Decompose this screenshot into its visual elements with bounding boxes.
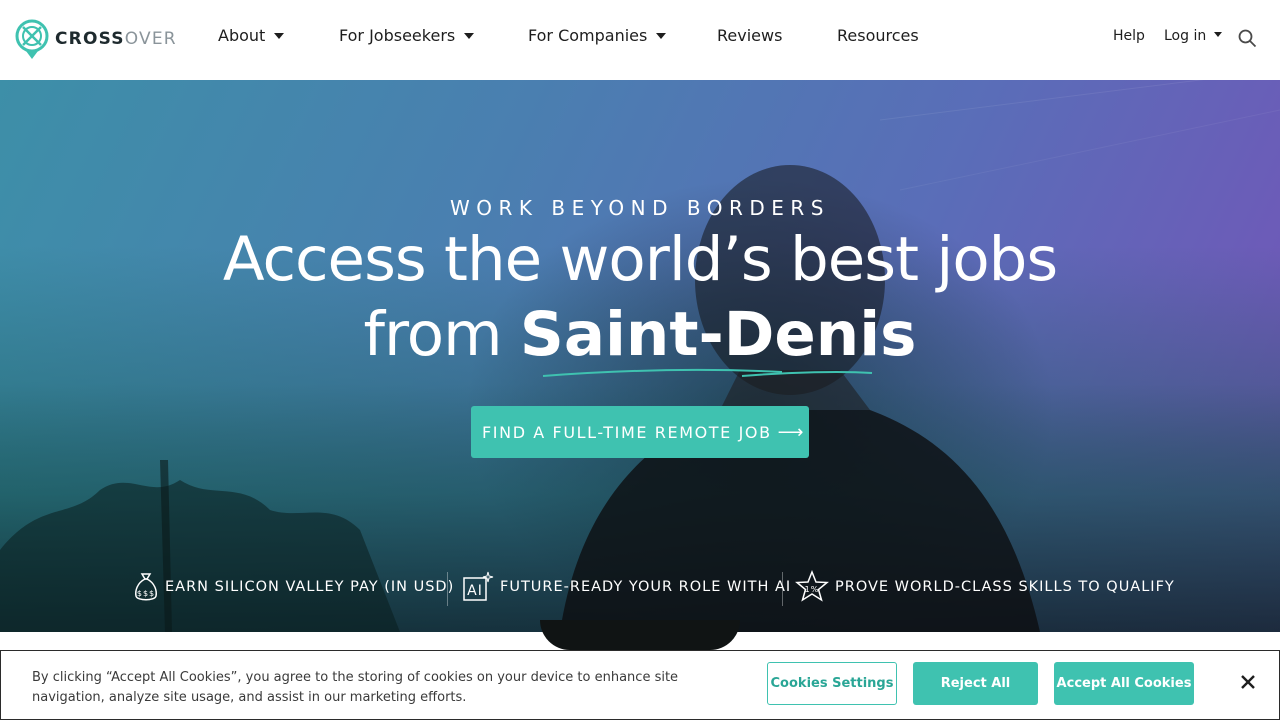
nav-item-about[interactable]: About [218, 26, 285, 45]
logo-wordmark: CROSSOVER [55, 29, 177, 49]
feature-label: EARN SILICON VALLEY PAY (IN USD) [165, 579, 455, 595]
logo-wordmark-part2: OVER [124, 29, 177, 49]
svg-text:$$$: $$$ [137, 589, 155, 598]
logo-wordmark-part1: CROSS [55, 29, 125, 49]
cookie-message: By clicking “Accept All Cookies”, you ag… [32, 670, 679, 705]
feature-label: PROVE WORLD-CLASS SKILLS TO QUALIFY [835, 579, 1175, 595]
help-label: Help [1113, 28, 1145, 44]
feature-future-ready-ai: AI FUTURE-READY YOUR ROLE WITH AI [462, 570, 791, 604]
nav-item-for-jobseekers[interactable]: For Jobseekers [339, 26, 475, 45]
money-bag-icon: $$$ [135, 573, 157, 601]
crossover-logo[interactable]: CROSSOVER [15, 18, 177, 60]
hero-headline-line1: Access the world’s best jobs [222, 224, 1058, 295]
arrow-right-icon: ⟶ [777, 421, 806, 443]
nav-item-label: About [218, 26, 266, 45]
reject-all-button[interactable]: Reject All [913, 662, 1038, 705]
hero-headline-prefix: from [363, 299, 503, 370]
nav-item-label: For Jobseekers [339, 26, 456, 45]
feature-world-class-skills: 1% PROVE WORLD-CLASS SKILLS TO QUALIFY [795, 570, 1175, 604]
login-dropdown[interactable]: Log in [1164, 28, 1223, 44]
hero-section: WORK BEYOND BORDERS Access the world’s b… [0, 80, 1280, 632]
feature-divider [447, 572, 448, 606]
nav-item-resources[interactable]: Resources [837, 26, 919, 45]
feature-label: FUTURE-READY YOUR ROLE WITH AI [500, 579, 792, 595]
cookies-settings-button[interactable]: Cookies Settings [767, 662, 897, 705]
nav-item-label: For Companies [528, 26, 648, 45]
feature-silicon-valley-pay: $$$ EARN SILICON VALLEY PAY (IN USD) [133, 570, 454, 604]
star-badge-icon: 1% [795, 570, 829, 602]
close-icon[interactable] [1239, 673, 1257, 691]
caret-down-icon [1214, 32, 1223, 37]
nav-item-label: Resources [837, 26, 919, 45]
hero-headline-line2: from Saint-Denis [0, 298, 1280, 372]
nav-item-reviews[interactable]: Reviews [717, 26, 782, 45]
hero-city: Saint-Denis [519, 299, 917, 370]
feature-divider [782, 572, 783, 606]
caret-down-icon [464, 32, 475, 39]
svg-text:AI: AI [467, 583, 483, 599]
find-remote-job-button[interactable]: FIND A FULL-TIME REMOTE JOB ⟶ [471, 406, 809, 458]
nav-item-for-companies[interactable]: For Companies [528, 26, 667, 45]
svg-text:1%: 1% [805, 585, 820, 594]
nav-item-label: Reviews [717, 26, 783, 45]
city-underline-decoration [542, 368, 873, 377]
hero-bottom-shape [540, 620, 740, 650]
site-header: CROSSOVER About For Jobseekers For Compa… [0, 0, 1280, 80]
help-link[interactable]: Help [1113, 28, 1145, 44]
search-icon[interactable] [1238, 29, 1257, 48]
feature-strip: $$$ EARN SILICON VALLEY PAY (IN USD) AI … [0, 570, 1280, 610]
caret-down-icon [656, 32, 667, 39]
login-label: Log in [1164, 28, 1207, 44]
ai-sparkle-icon: AI [463, 571, 494, 601]
cta-label: FIND A FULL-TIME REMOTE JOB [482, 422, 772, 442]
caret-down-icon [274, 32, 285, 39]
logo-mark-icon [15, 19, 49, 59]
cookie-banner: By clicking “Accept All Cookies”, you ag… [0, 650, 1280, 720]
accept-all-cookies-button[interactable]: Accept All Cookies [1054, 662, 1194, 705]
hero-kicker: WORK BEYOND BORDERS [450, 196, 830, 220]
